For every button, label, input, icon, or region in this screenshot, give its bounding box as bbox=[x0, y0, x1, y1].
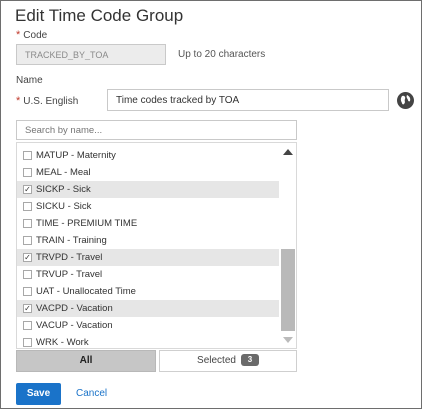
list-item-label: WRK - Work bbox=[36, 337, 89, 348]
checkbox-checked[interactable]: ✓ bbox=[23, 253, 32, 262]
tab-all-label: All bbox=[79, 355, 93, 366]
list-item[interactable]: ✓ TRVPD - Travel bbox=[17, 249, 279, 266]
list-item-label: TRAIN - Training bbox=[36, 235, 107, 246]
list-item[interactable]: TIME - PREMIUM TIME bbox=[17, 215, 279, 232]
checkbox[interactable] bbox=[23, 168, 32, 177]
list-item[interactable]: WRK - Work bbox=[17, 334, 279, 348]
checkbox[interactable] bbox=[23, 202, 32, 211]
list-item[interactable]: MATUP - Maternity bbox=[17, 147, 279, 164]
checkbox[interactable] bbox=[23, 270, 32, 279]
time-code-list: MATUP - Maternity MEAL - Meal ✓ SICKP - Sic… bbox=[16, 142, 297, 349]
list-item[interactable]: ✓ SICKP - Sick bbox=[17, 181, 279, 198]
search-input[interactable] bbox=[16, 120, 297, 140]
list-item[interactable]: TRAIN - Training bbox=[17, 232, 279, 249]
required-asterisk: * bbox=[16, 95, 21, 107]
scrollbar-thumb[interactable] bbox=[281, 249, 295, 331]
edit-dialog: Edit Time Code Group *Code Up to 20 char… bbox=[0, 0, 422, 409]
name-section-label: Name bbox=[16, 75, 43, 86]
selected-count-badge: 3 bbox=[240, 354, 259, 366]
checkbox[interactable] bbox=[23, 287, 32, 296]
list-item-label: VACPD - Vacation bbox=[36, 303, 113, 314]
checkbox-checked[interactable]: ✓ bbox=[23, 304, 32, 313]
list-item-label: MATUP - Maternity bbox=[36, 150, 116, 161]
code-hint: Up to 20 characters bbox=[178, 49, 266, 60]
scroll-up-arrow-icon[interactable] bbox=[283, 149, 293, 155]
scroll-down-arrow-icon[interactable] bbox=[283, 337, 293, 343]
list-item-label: SICKP - Sick bbox=[36, 184, 91, 195]
checkbox[interactable] bbox=[23, 151, 32, 160]
required-asterisk: * bbox=[16, 29, 21, 41]
checkbox[interactable] bbox=[23, 236, 32, 245]
code-label-wrap: * Code bbox=[16, 29, 47, 41]
list-item[interactable]: VACUP - Vacation bbox=[17, 317, 279, 334]
list-item-label: TRVUP - Travel bbox=[36, 269, 103, 280]
cancel-link[interactable]: Cancel bbox=[76, 388, 107, 399]
list-item-label: MEAL - Meal bbox=[36, 167, 91, 178]
list-item-label: TRVPD - Travel bbox=[36, 252, 103, 263]
list-item[interactable]: MEAL - Meal bbox=[17, 164, 279, 181]
checkbox[interactable] bbox=[23, 219, 32, 228]
tab-selected-label: Selected bbox=[197, 355, 236, 366]
checkbox[interactable] bbox=[23, 321, 32, 330]
code-label: Code bbox=[23, 30, 48, 41]
list-item-label: VACUP - Vacation bbox=[36, 320, 113, 331]
list-item[interactable]: TRVUP - Travel bbox=[17, 266, 279, 283]
code-field[interactable] bbox=[16, 44, 166, 65]
us-english-label: U.S. English bbox=[23, 96, 79, 107]
list-item[interactable]: ✓ VACPD - Vacation bbox=[17, 300, 279, 317]
save-button[interactable]: Save bbox=[16, 383, 61, 405]
list-item-label: TIME - PREMIUM TIME bbox=[36, 218, 138, 229]
list-rows: MATUP - Maternity MEAL - Meal ✓ SICKP - Sic… bbox=[17, 147, 279, 348]
checkbox[interactable] bbox=[23, 338, 32, 347]
globe-icon[interactable] bbox=[397, 92, 414, 109]
us-english-field[interactable] bbox=[107, 89, 389, 111]
list-scrollbar[interactable] bbox=[280, 143, 296, 348]
list-item-label: SICKU - Sick bbox=[36, 201, 92, 212]
checkbox-checked[interactable]: ✓ bbox=[23, 185, 32, 194]
tab-all[interactable]: All bbox=[16, 350, 156, 372]
list-item[interactable]: UAT - Unallocated Time bbox=[17, 283, 279, 300]
us-english-label-wrap: * U.S. English bbox=[16, 95, 78, 107]
page-title: Edit Time Code Group bbox=[15, 6, 184, 25]
list-item-label: UAT - Unallocated Time bbox=[36, 286, 136, 297]
list-item[interactable]: SICKU - Sick bbox=[17, 198, 279, 215]
tab-selected[interactable]: Selected 3 bbox=[159, 350, 297, 372]
